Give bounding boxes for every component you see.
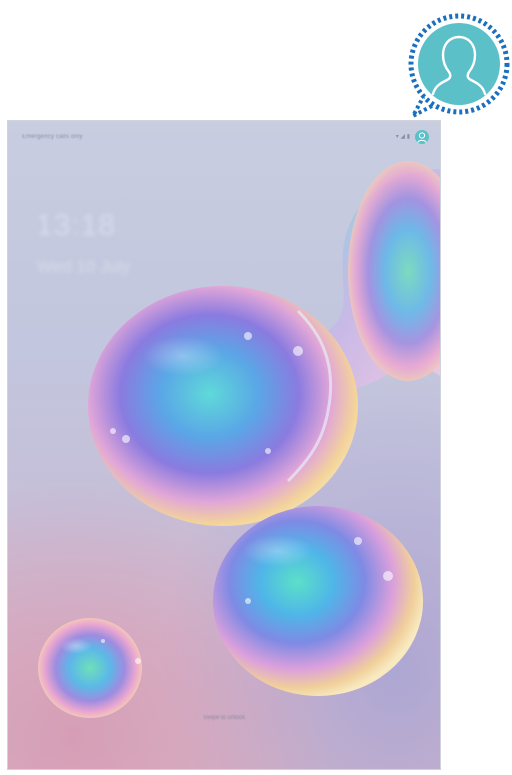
swipe-hint: Swipe to unlock bbox=[202, 715, 246, 721]
bubble-large bbox=[88, 286, 358, 526]
status-icons: ▾ ◢ ▮ bbox=[395, 134, 410, 140]
status-bar: Emergency calls only ▾ ◢ ▮ bbox=[8, 121, 440, 151]
lock-clock: 13:18 bbox=[36, 209, 117, 242]
page: Emergency calls only ▾ ◢ ▮ 13:18 Wed 10 … bbox=[0, 0, 512, 775]
carrier-label: Emergency calls only bbox=[22, 134, 83, 140]
profile-callout bbox=[408, 13, 510, 120]
person-icon bbox=[418, 23, 500, 105]
bubble-small bbox=[38, 618, 142, 718]
lock-date: Wed 10 July bbox=[37, 257, 131, 276]
lock-screen[interactable]: Emergency calls only ▾ ◢ ▮ 13:18 Wed 10 … bbox=[7, 120, 441, 770]
bubble-medium bbox=[213, 506, 423, 696]
person-icon[interactable] bbox=[415, 130, 429, 144]
